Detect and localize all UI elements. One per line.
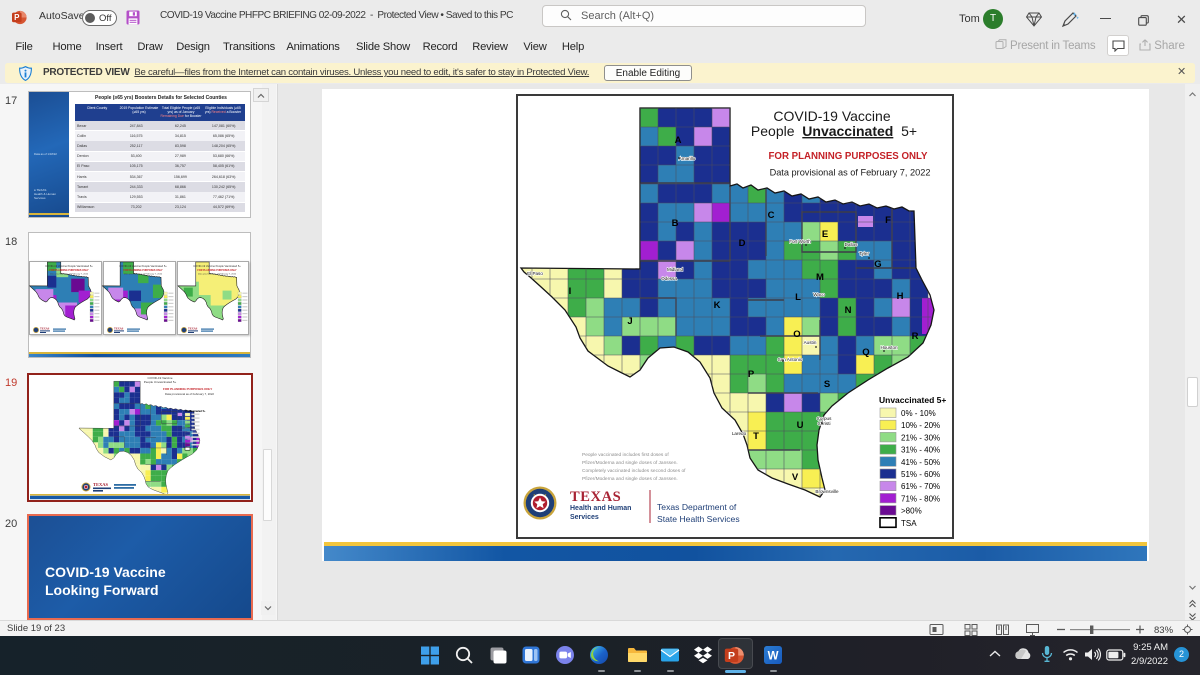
svg-text:83%: 83% [1154,625,1174,636]
svg-text:P: P [14,13,20,22]
svg-text:W: W [768,651,779,663]
svg-text:P: P [728,650,735,662]
